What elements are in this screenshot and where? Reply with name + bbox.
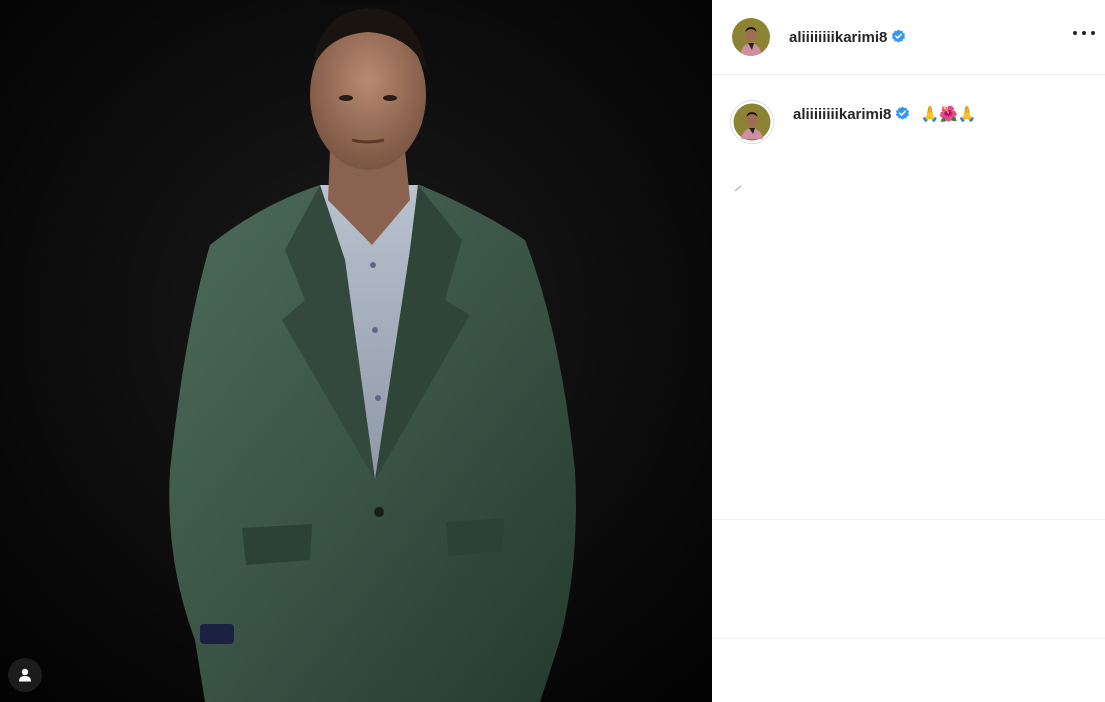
- caption-username[interactable]: aliiiiiiiikarimi8: [793, 106, 915, 123]
- caption-avatar[interactable]: [730, 100, 774, 144]
- author-avatar[interactable]: [732, 18, 770, 56]
- post-header: aliiiiiiiikarimi8: [712, 0, 1105, 75]
- loading-spinner-icon: [734, 185, 742, 192]
- caption: aliiiiiiiikarimi8 🙏🌺🙏: [730, 100, 977, 144]
- post-photo: [0, 0, 712, 702]
- post-media[interactable]: [0, 0, 712, 702]
- caption-body: 🙏🌺🙏: [920, 106, 977, 123]
- divider: [712, 638, 1105, 639]
- more-options-icon: [1073, 31, 1077, 35]
- more-options-button[interactable]: [1073, 24, 1095, 42]
- instagram-post: aliiiiiiiikarimi8 aliiiiiiiikarimi8 🙏🌺🙏: [0, 0, 1105, 702]
- user-tag-icon: [19, 668, 31, 682]
- caption-text: aliiiiiiiikarimi8 🙏🌺🙏: [793, 105, 977, 123]
- tag-button[interactable]: [8, 658, 42, 692]
- divider: [712, 519, 1105, 520]
- verified-badge-icon: [896, 106, 910, 120]
- verified-badge-icon: [892, 28, 906, 43]
- post-side-panel: aliiiiiiiikarimi8 aliiiiiiiikarimi8 🙏🌺🙏: [712, 0, 1105, 702]
- author-username[interactable]: aliiiiiiiikarimi8: [789, 29, 906, 46]
